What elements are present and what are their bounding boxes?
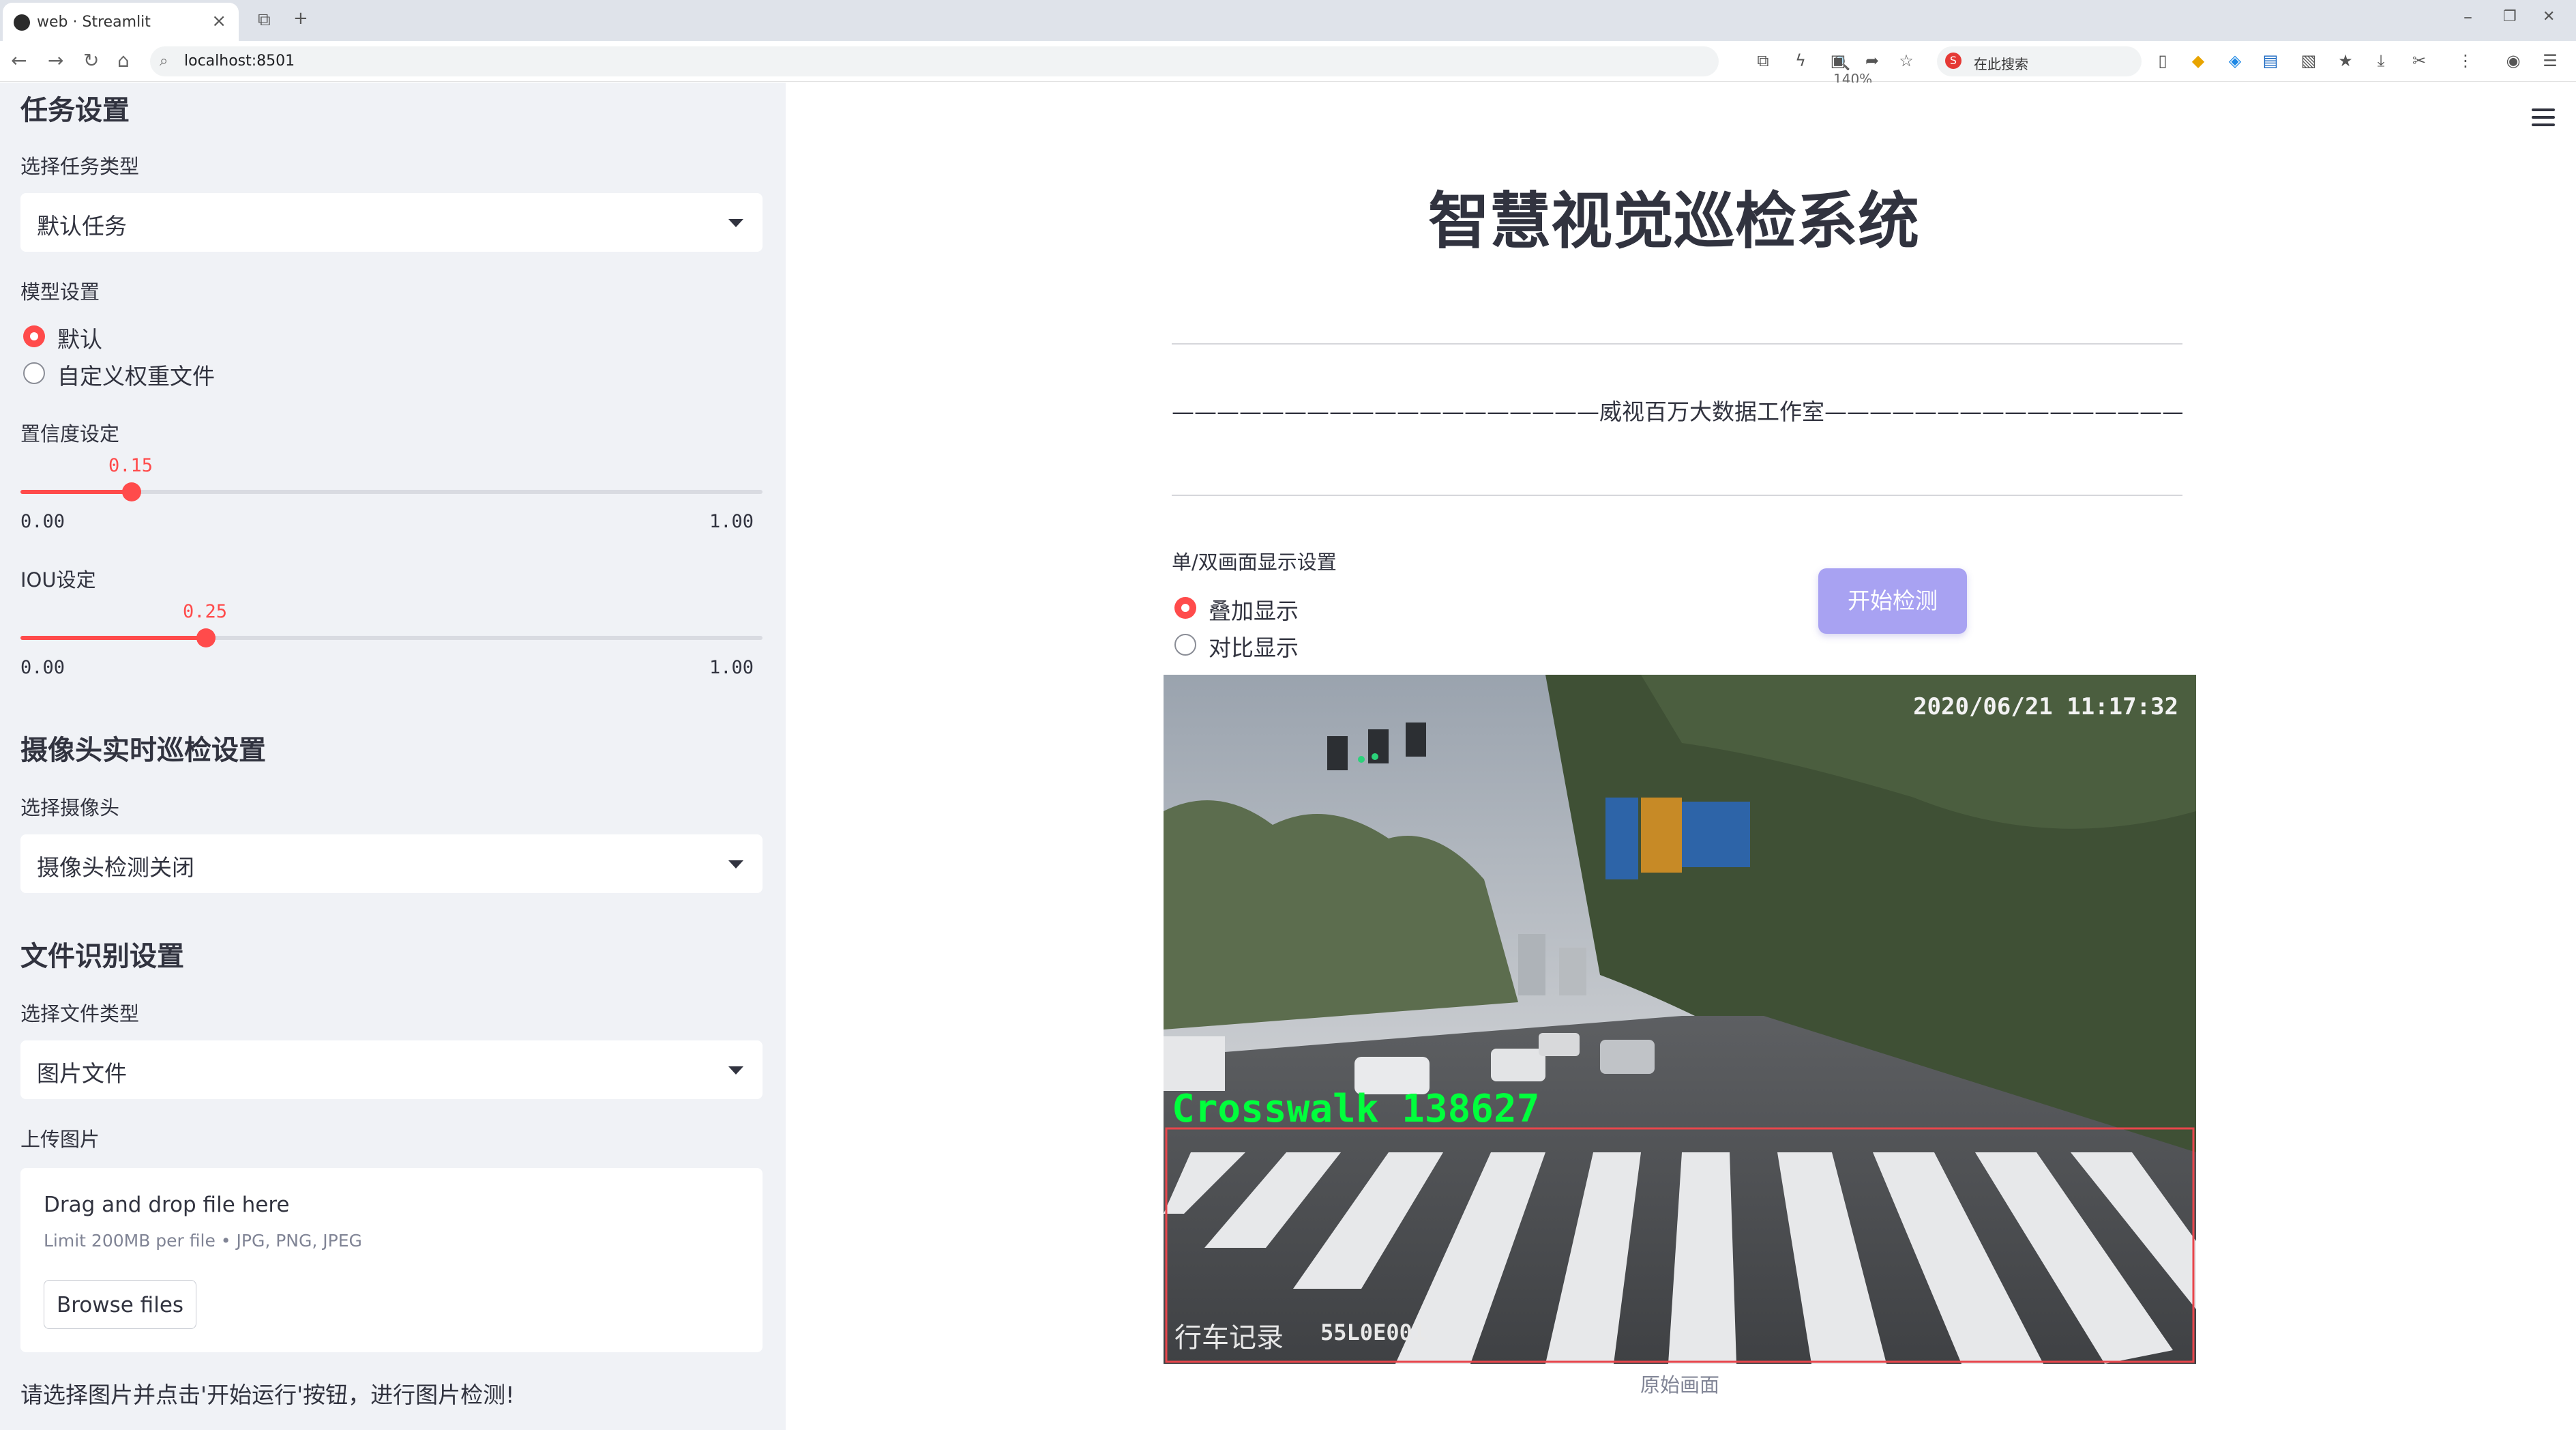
detection-label: Crosswalk 138627 — [1172, 1087, 1539, 1131]
iou-label: IOU设定 — [20, 568, 96, 592]
detection-image: Crosswalk 138627 2020/06/21 11:17:32 行车记… — [1164, 675, 2196, 1364]
display-option-label: 叠加显示 — [1209, 598, 1299, 624]
confidence-min: 0.00 — [20, 511, 65, 532]
camera-settings-heading: 摄像头实时巡检设置 — [20, 735, 266, 766]
task-type-select[interactable]: 默认任务 — [20, 193, 763, 252]
file-type-select[interactable]: 图片文件 — [20, 1040, 763, 1099]
main-content: 智慧视觉巡检系统 ———————————————————威视百万大数据工作室——… — [786, 83, 2576, 1430]
iou-max: 1.00 — [709, 657, 754, 678]
task-type-label: 选择任务类型 — [20, 155, 140, 178]
restore-button[interactable]: ❐ — [2503, 8, 2517, 25]
radio-unselected-icon[interactable] — [1174, 634, 1196, 656]
chevron-down-icon — [728, 219, 743, 227]
close-window-button[interactable]: ✕ — [2543, 8, 2555, 25]
file-settings-heading: 文件识别设置 — [20, 941, 184, 972]
tab-title: web · Streamlit — [37, 14, 151, 31]
divider — [1172, 495, 2182, 496]
tab-close-icon[interactable]: × — [211, 11, 226, 31]
display-option-label: 对比显示 — [1209, 634, 1299, 661]
extension-icon-3[interactable]: ▤ — [2260, 50, 2281, 71]
file-type-label: 选择文件类型 — [20, 1002, 140, 1025]
radio-unselected-icon[interactable] — [23, 362, 45, 384]
dashcam-overlay-label: 行车记录 — [1174, 1322, 1284, 1354]
mobile-icon[interactable]: ▯ — [2152, 50, 2173, 71]
minimize-button[interactable]: – — [2463, 7, 2472, 27]
dropzone-limit: Limit 200MB per file • JPG, PNG, JPEG — [44, 1231, 362, 1251]
scissors-icon[interactable]: ✂ — [2409, 50, 2429, 71]
sidebar: 任务设置 选择任务类型 默认任务 模型设置 默认 自定义权重文件 置信度设定 0… — [0, 83, 786, 1430]
browse-files-button[interactable]: Browse files — [44, 1280, 196, 1329]
studio-banner: ———————————————————威视百万大数据工作室———————————… — [1172, 398, 2182, 425]
camera-select-value: 摄像头检测关闭 — [37, 854, 194, 881]
iou-slider-fill — [20, 636, 206, 640]
more-vertical-icon[interactable]: ⋮ — [2455, 50, 2476, 71]
screenshot-icon[interactable]: ▣ — [1828, 50, 1848, 71]
search-engine-placeholder: 在此搜索 — [1974, 56, 2028, 72]
radio-selected-icon[interactable] — [23, 325, 45, 347]
display-mode-label: 单/双画面显示设置 — [1172, 551, 1337, 574]
dashcam-overlay-code: 55L0E001 — [1320, 1319, 1425, 1345]
image-caption: 原始画面 — [1640, 1373, 1719, 1397]
dashcam-scene: Crosswalk 138627 2020/06/21 11:17:32 行车记… — [1164, 675, 2196, 1364]
hamburger-menu-icon[interactable] — [2532, 108, 2555, 128]
file-dropzone[interactable]: Drag and drop file here Limit 200MB per … — [20, 1168, 763, 1352]
home-icon[interactable]: ⌂ — [117, 49, 130, 72]
chevron-down-icon — [728, 860, 743, 869]
confidence-label: 置信度设定 — [20, 422, 120, 446]
task-type-value: 默认任务 — [37, 213, 127, 239]
model-option-label: 默认 — [57, 326, 102, 353]
browser-tab-bar: web · Streamlit × ⧉ + – ❐ ✕ — [0, 0, 2576, 41]
iou-slider-thumb[interactable] — [196, 628, 216, 647]
url-text[interactable]: localhost:8501 — [184, 53, 295, 70]
radio-selected-icon[interactable] — [1174, 597, 1196, 619]
iou-slider[interactable] — [20, 628, 763, 647]
back-icon[interactable]: ← — [11, 49, 27, 72]
page-title: 智慧视觉巡检系统 — [1428, 186, 1919, 257]
profile-avatar-icon[interactable]: ◉ — [2503, 50, 2523, 71]
confidence-slider[interactable] — [20, 482, 763, 501]
iou-min: 0.00 — [20, 657, 65, 678]
address-toolbar: ← → ↻ ⌂ ⌕ localhost:8501 🔍 140% ⧉ ϟ ▣ ➦ … — [0, 41, 2576, 87]
camera-select[interactable]: 摄像头检测关闭 — [20, 834, 763, 893]
extension-icon[interactable]: ◆ — [2188, 50, 2208, 71]
model-option-label: 自定义权重文件 — [57, 363, 215, 390]
confidence-value: 0.15 — [108, 455, 153, 476]
confidence-max: 1.00 — [709, 511, 754, 532]
lightning-icon[interactable]: ϟ — [1790, 50, 1811, 71]
start-detection-button[interactable]: 开始检测 — [1818, 568, 1967, 634]
forward-icon[interactable]: → — [48, 49, 63, 72]
model-settings-label: 模型设置 — [20, 280, 100, 304]
confidence-slider-thumb[interactable] — [122, 482, 141, 501]
menu-icon[interactable]: ☰ — [2540, 50, 2560, 71]
upload-image-label: 上传图片 — [20, 1128, 100, 1151]
extension-icon-2[interactable]: ◈ — [2225, 50, 2245, 71]
new-tab-button[interactable]: + — [293, 8, 308, 29]
divider — [1172, 343, 2182, 345]
bookmark-star-icon[interactable]: ☆ — [1896, 50, 1916, 71]
confidence-slider-fill — [20, 490, 132, 494]
dropzone-title: Drag and drop file here — [44, 1193, 290, 1217]
file-type-value: 图片文件 — [37, 1060, 127, 1087]
extension-icon-4[interactable]: ▧ — [2298, 50, 2319, 71]
streamlit-favicon-icon — [14, 14, 30, 31]
search-engine-logo-icon: S — [1945, 53, 1961, 69]
camera-select-label: 选择摄像头 — [20, 796, 120, 819]
share-icon[interactable]: ➦ — [1862, 50, 1882, 71]
search-engine-box[interactable]: S 在此搜索 — [1937, 46, 2142, 76]
download-icon[interactable]: ⤓ — [2371, 50, 2391, 71]
url-bar[interactable]: ⌕ localhost:8501 🔍 140% — [150, 46, 1872, 87]
chevron-down-icon — [728, 1066, 743, 1075]
favorites-icon[interactable]: ★ — [2335, 50, 2356, 71]
site-info-icon[interactable]: ⌕ — [160, 53, 168, 70]
tab-overview-icon[interactable]: ⧉ — [258, 10, 271, 31]
task-settings-heading: 任务设置 — [20, 95, 130, 126]
iou-value: 0.25 — [183, 601, 228, 622]
browser-tab[interactable]: web · Streamlit × — [3, 3, 239, 41]
dashcam-timestamp: 2020/06/21 11:17:32 — [1913, 693, 2178, 720]
translate-icon[interactable]: ⧉ — [1753, 50, 1773, 71]
reload-icon[interactable]: ↻ — [83, 49, 99, 72]
upload-hint: 请选择图片并点击'开始运行'按钮，进行图片检测! — [20, 1382, 515, 1408]
